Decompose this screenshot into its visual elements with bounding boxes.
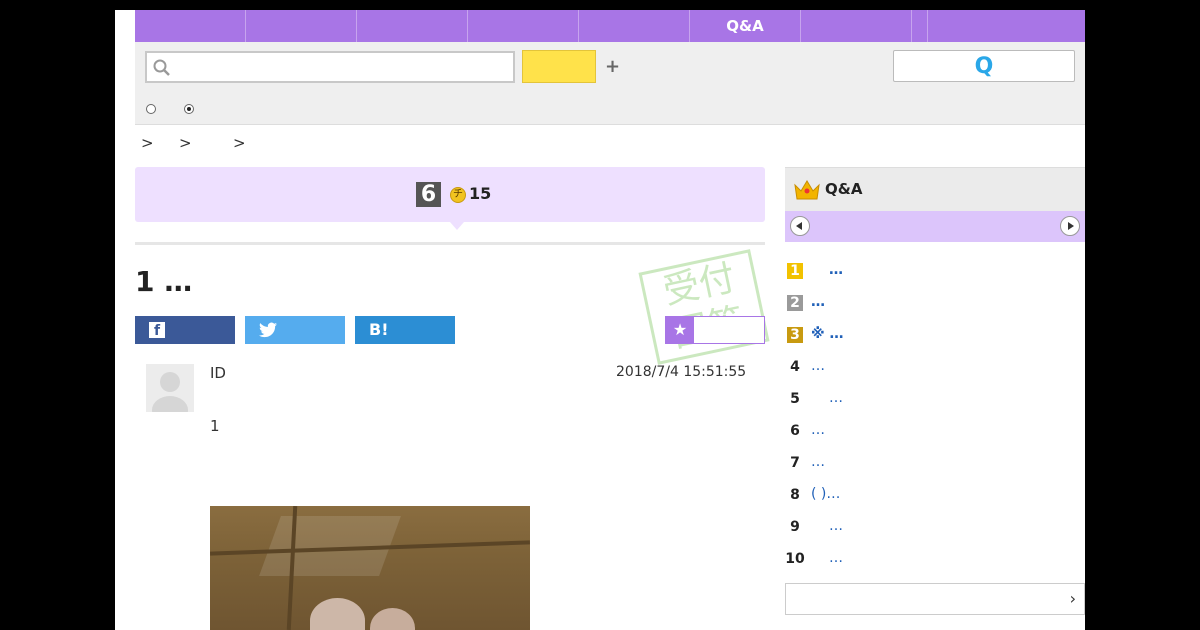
star-icon: ★ [666, 317, 694, 343]
ranking-number: 8 [790, 487, 800, 503]
page: Q&A + Q > > > 6 チ 15 1 … 受付回答 f [115, 10, 1085, 630]
nav-tab-4[interactable] [468, 10, 579, 42]
ranking-item[interactable]: 9… [785, 518, 1085, 551]
ranking-sidebar: Q&A 1… 2… 3 ※ … 4… 5… 6… 7… 8( )… 9… 10… › [785, 167, 1085, 630]
plus-icon[interactable]: + [605, 56, 620, 77]
post-date: 2018/7/4 15:51:55 [616, 364, 747, 380]
nav-tab-2[interactable] [246, 10, 357, 42]
ranking-item[interactable]: 2… [785, 294, 1085, 327]
avatar [146, 364, 194, 412]
favorite-button[interactable]: ★ [665, 316, 765, 344]
nav-tab-qa[interactable]: Q&A [690, 10, 801, 42]
facebook-icon: f [149, 322, 165, 339]
ranking-number: 1 [787, 263, 803, 279]
user-id[interactable]: ID [210, 364, 226, 382]
ranking-question-link[interactable]: … [829, 550, 843, 566]
divider [135, 242, 765, 245]
search-scope-radio-1[interactable] [146, 104, 156, 114]
ranking-question-link[interactable]: ( )… [811, 486, 840, 502]
breadcrumb-separator: > [141, 134, 154, 152]
next-arrow-icon[interactable] [1060, 216, 1080, 236]
ranking-more-button[interactable]: › [785, 583, 1085, 615]
search-icon [153, 59, 170, 76]
ranking-question-link[interactable]: … [811, 294, 825, 310]
answer-received-stamp: 受付回答 [638, 249, 770, 365]
ranking-title: Q&A [825, 180, 863, 198]
facebook-share-button[interactable]: f [135, 316, 235, 344]
ranking-item[interactable]: 6… [785, 422, 1085, 455]
ranking-item[interactable]: 3 ※ … [785, 326, 1085, 359]
ranking-number: 6 [790, 423, 800, 439]
question-photo[interactable] [210, 506, 530, 630]
search-field[interactable] [145, 51, 515, 83]
nav-tab-9[interactable] [928, 10, 1085, 42]
ranking-item[interactable]: 5… [785, 390, 1085, 423]
crown-icon [794, 180, 820, 200]
ranking-item[interactable]: 8 ( )… [785, 486, 1085, 519]
nav-tab-8[interactable] [912, 10, 928, 42]
previous-arrow-icon[interactable] [790, 216, 810, 236]
twitter-icon [259, 322, 277, 338]
ranking-question-link[interactable]: ※ … [811, 326, 843, 342]
status-box: 6 チ 15 [135, 167, 765, 230]
ask-question-button[interactable]: Q [893, 50, 1075, 82]
ranking-question-link[interactable]: … [811, 454, 825, 470]
search-band: + Q [135, 42, 1085, 125]
search-scope-radio-2[interactable] [184, 104, 194, 114]
question-body: 1 [210, 417, 220, 435]
ranking-number: 3 [787, 327, 803, 343]
ranking-pager [785, 211, 1085, 242]
ranking-number: 10 [785, 551, 805, 567]
twitter-share-button[interactable] [245, 316, 345, 344]
nav-tab-3[interactable] [357, 10, 468, 42]
breadcrumb-separator: > [179, 134, 192, 152]
nav-tab-1[interactable] [135, 10, 246, 42]
ranking-number: 4 [790, 359, 800, 375]
ranking-question-link[interactable]: … [829, 518, 843, 534]
ranking-item[interactable]: 1… [785, 262, 1085, 295]
global-nav: Q&A [135, 10, 1085, 42]
ranking-question-link[interactable]: … [829, 262, 843, 278]
ranking-item[interactable]: 10 … [785, 550, 1085, 583]
ranking-question-link[interactable]: … [811, 422, 825, 438]
nav-tab-5[interactable] [579, 10, 690, 42]
ranking-item[interactable]: 4… [785, 358, 1085, 391]
level-badge: 6 [416, 182, 441, 207]
ranking-number: 9 [790, 519, 800, 535]
status-pointer [450, 222, 464, 230]
chevron-right-icon: › [1069, 589, 1076, 608]
search-button[interactable] [522, 50, 596, 83]
breadcrumb-separator: > [233, 134, 246, 152]
nav-tab-7[interactable] [801, 10, 912, 42]
search-input[interactable] [177, 55, 511, 81]
ranking-item[interactable]: 7… [785, 454, 1085, 487]
ranking-question-link[interactable]: … [829, 390, 843, 406]
ranking-number: 7 [790, 455, 800, 471]
coin-icon: チ [450, 187, 466, 203]
ranking-number: 5 [790, 391, 800, 407]
question-title: 1 … [135, 265, 193, 298]
ranking-question-link[interactable]: … [811, 358, 825, 374]
coin-value: 15 [469, 184, 492, 203]
ranking-number: 2 [787, 295, 803, 311]
ranking-header: Q&A [785, 167, 1085, 211]
hatena-bookmark-button[interactable]: B! [355, 316, 455, 344]
